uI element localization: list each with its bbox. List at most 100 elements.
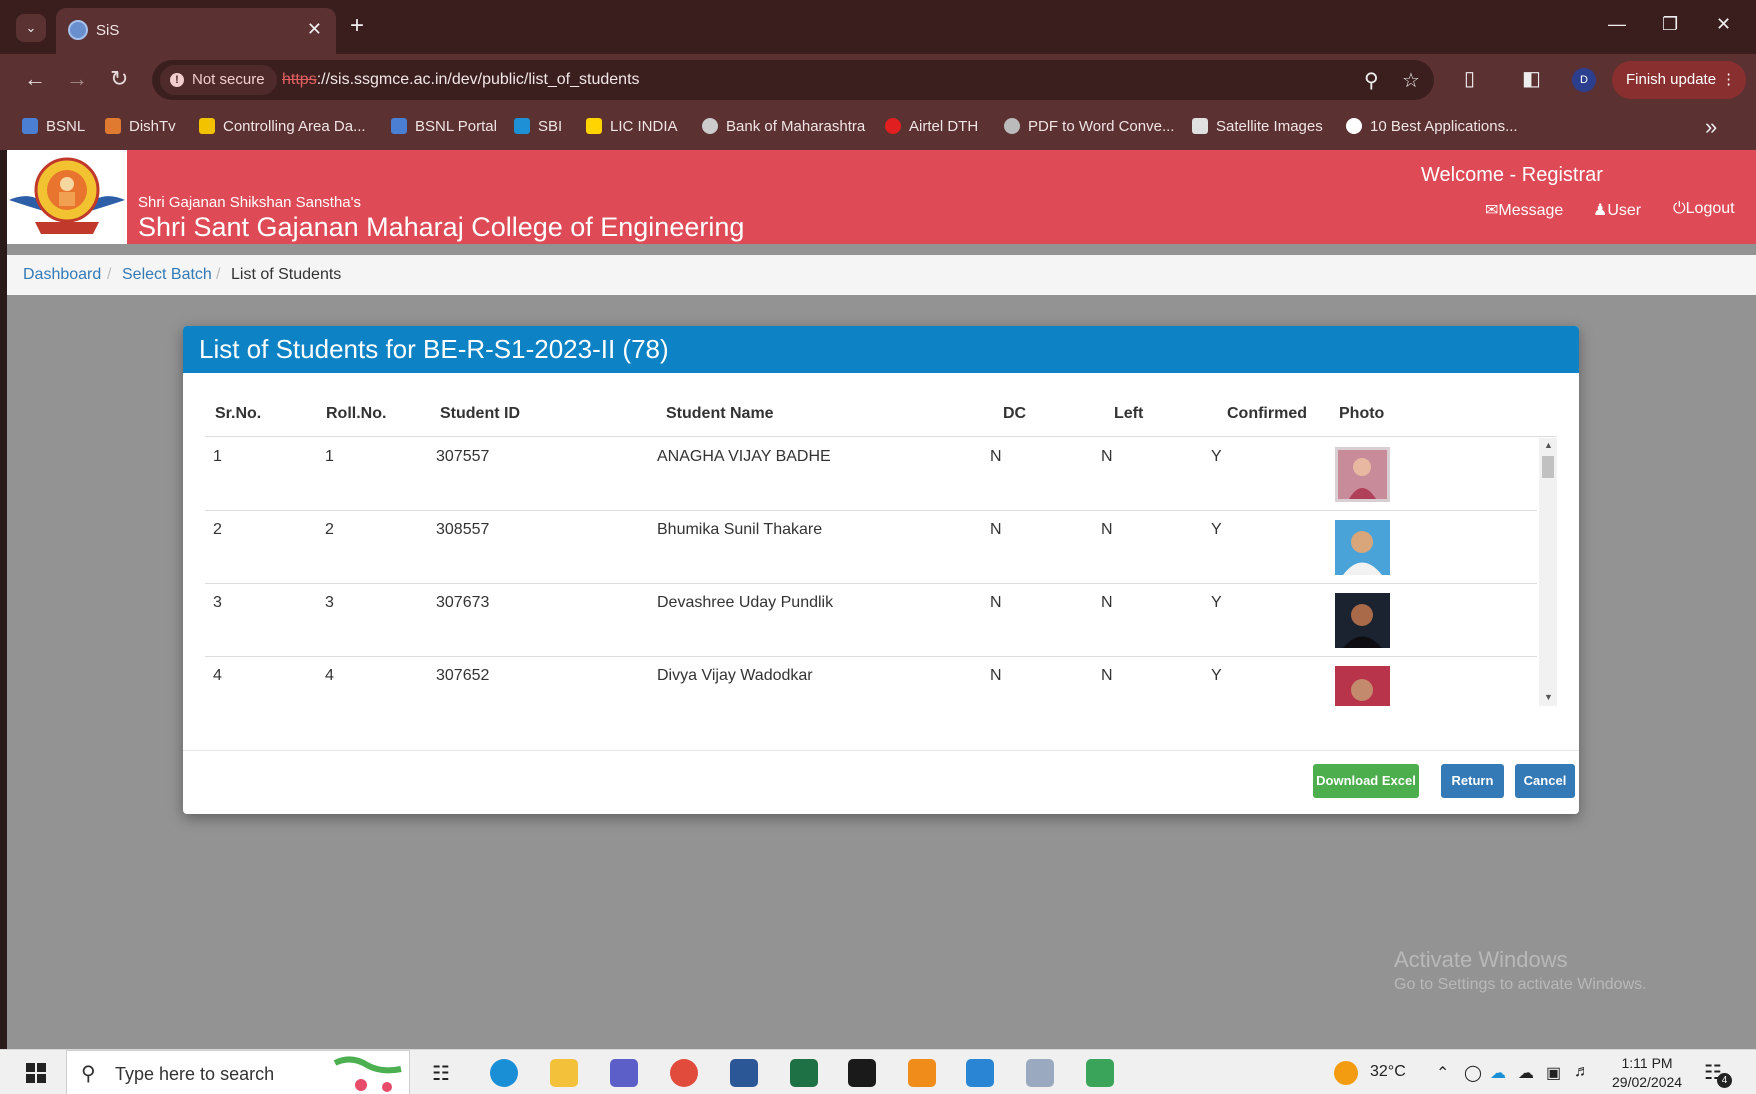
cell-confirmed: Y [1211,667,1222,684]
message-link[interactable]: ✉Message [1485,200,1563,220]
tray-chevron-icon[interactable]: ⌃ [1436,1063,1449,1083]
col-confirmed: Confirmed [1227,405,1307,422]
bookmark-controlling-area[interactable]: Controlling Area Da... [199,118,366,135]
volume-icon[interactable]: ♬ [1574,1063,1590,1081]
finish-update-button[interactable]: Finish update ⋮ [1612,61,1747,99]
col-student-id: Student ID [440,405,520,422]
taskbar-search[interactable]: ⚲ Type here to search [66,1050,410,1094]
table-header-divider [205,436,1557,437]
cell-name: ANAGHA VIJAY BADHE [657,448,831,465]
tab-search-button[interactable]: ⌄ [16,14,46,42]
browser-tab[interactable]: SiS ✕ [56,8,336,54]
college-name: Shri Sant Gajanan Maharaj College of Eng… [138,212,745,242]
breadcrumb-select-batch[interactable]: Select Batch [122,266,212,284]
cancel-button[interactable]: Cancel [1515,764,1575,798]
modal-footer-divider [183,750,1579,751]
powershell-icon[interactable] [966,1059,994,1087]
return-button[interactable]: Return [1441,764,1504,798]
search-highlight-icon [333,1056,402,1092]
bookmarks-bar: BSNL DishTv Controlling Area Da... BSNL … [0,106,1756,150]
col-student-name: Student Name [666,405,774,422]
table-row: 2 2 308557 Bhumika Sunil Thakare N N Y [205,511,1537,584]
power-icon: ⏻ [1673,200,1686,217]
security-chip[interactable]: ! Not secure [160,65,277,95]
address-bar[interactable]: ! Not secure https://sis.ssgmce.ac.in/de… [152,60,1434,100]
edge-icon[interactable] [490,1059,518,1087]
forward-icon[interactable]: → [66,66,88,92]
notification-count: 4 [1717,1073,1732,1088]
system-clock[interactable]: 1:11 PM 29/02/2024 [1612,1054,1682,1092]
bookmark-10-best-applications[interactable]: 10 Best Applications... [1346,118,1518,135]
site-favicon-icon [68,20,88,40]
more-bookmarks-icon[interactable]: » [1705,114,1717,140]
excel-icon[interactable] [790,1059,818,1087]
cell-id: 307652 [436,667,490,684]
side-panel-icon[interactable]: ◧ [1522,66,1541,91]
students-table-body[interactable]: 1 1 307557 ANAGHA VIJAY BADHE N N Y 2 2 … [205,438,1537,706]
cell-left: N [1101,448,1113,465]
profile-avatar[interactable]: D [1572,68,1596,92]
close-tab-icon[interactable]: ✕ [307,19,322,40]
bookmark-icon [391,118,407,134]
bookmark-bsnl[interactable]: BSNL [22,118,85,135]
bookmark-sbi[interactable]: SBI [514,118,562,135]
download-excel-button[interactable]: Download Excel [1313,764,1419,798]
scroll-thumb[interactable] [1542,456,1554,478]
reload-icon[interactable]: ↻ [110,66,128,92]
chrome-icon[interactable] [670,1059,698,1087]
cell-confirmed: Y [1211,448,1222,465]
college-emblem-icon [9,157,125,234]
terminal-icon[interactable] [848,1059,876,1087]
search-icon: ⚲ [81,1063,96,1085]
bookmark-airtel-dth[interactable]: Airtel DTH [885,118,978,135]
teams-icon[interactable] [610,1059,638,1087]
clock-time: 1:11 PM [1621,1055,1673,1071]
breadcrumb-dashboard[interactable]: Dashboard [23,266,101,284]
paint-icon[interactable] [1026,1059,1054,1087]
word-icon[interactable] [730,1059,758,1087]
activate-windows-title: Activate Windows [1394,947,1568,972]
col-dc: DC [1003,405,1027,422]
file-explorer-icon[interactable] [550,1059,578,1087]
tray-app-icon[interactable]: ◯ [1464,1063,1482,1083]
new-tab-button[interactable]: + [350,12,364,40]
restore-icon[interactable]: ❐ [1662,14,1678,35]
modal-title: List of Students for BE-R-S1-2023-II (78… [199,334,669,364]
weather-icon[interactable] [1334,1061,1358,1085]
extensions-icon[interactable]: ▯ [1464,66,1475,91]
bookmark-star-icon[interactable]: ☆ [1402,68,1420,93]
breadcrumb-separator: / [107,266,112,283]
bookmark-icon [1004,118,1020,134]
cell-name: Divya Vijay Wadodkar [657,667,813,684]
onedrive-icon[interactable]: ☁ [1490,1063,1506,1083]
college-logo [7,150,127,244]
scroll-up-icon[interactable]: ▲ [1544,440,1553,450]
security-label: Not secure [192,71,265,88]
bookmark-pdf-to-word[interactable]: PDF to Word Conve... [1004,118,1174,135]
bookmark-lic-india[interactable]: LIC INDIA [586,118,678,135]
bookmark-satellite-images[interactable]: Satellite Images [1192,118,1323,135]
close-window-icon[interactable]: ✕ [1716,14,1731,35]
bookmark-bsnl-portal[interactable]: BSNL Portal [391,118,497,135]
user-link[interactable]: ♟User [1593,200,1641,220]
cell-dc: N [990,667,1002,684]
student-photo [1335,666,1390,706]
scroll-down-icon[interactable]: ▼ [1544,692,1553,702]
logout-link[interactable]: ⏻Logout [1673,200,1735,218]
warning-icon: ! [170,73,184,87]
weather-temp[interactable]: 32°C [1370,1063,1406,1081]
minimize-icon[interactable]: — [1608,14,1626,35]
tray-cloud-icon[interactable]: ☁ [1518,1063,1534,1083]
table-scrollbar[interactable]: ▲ ▼ [1539,438,1557,706]
network-icon[interactable]: ▣ [1546,1063,1561,1083]
bookmark-bank-of-maharashtra[interactable]: Bank of Maharashtra [702,118,865,135]
app-icon[interactable] [1086,1059,1114,1087]
zoom-icon[interactable]: ⚲ [1364,68,1379,93]
student-photo [1335,447,1390,502]
windows-start-icon[interactable] [26,1063,46,1083]
bookmark-dishtv[interactable]: DishTv [105,118,176,135]
task-view-icon[interactable]: ☷ [432,1061,450,1086]
cell-roll: 3 [325,594,334,611]
back-icon[interactable]: ← [24,66,46,92]
sublime-text-icon[interactable] [908,1059,936,1087]
